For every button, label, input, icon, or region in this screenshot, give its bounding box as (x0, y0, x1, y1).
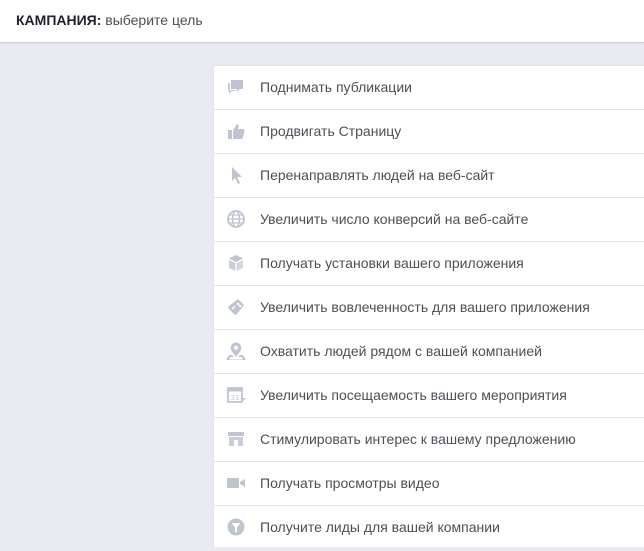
objective-promote-page[interactable]: Продвигать Страницу (214, 110, 644, 154)
objective-label: Увеличить посещаемость вашего мероприяти… (260, 387, 567, 403)
objective-label: Перенаправлять людей на веб-сайт (260, 167, 495, 183)
objective-boost-posts[interactable]: Поднимать публикации (214, 66, 644, 110)
objective-label: Охватить людей рядом с вашей компанией (260, 343, 542, 359)
objective-app-engagement[interactable]: Увеличить вовлеченность для вашего прило… (214, 286, 644, 330)
page-header: КАМПАНИЯ: выберите цель (0, 0, 644, 43)
objective-lead-generation[interactable]: Получите лиды для вашей компании (214, 506, 644, 550)
objective-label: Продвигать Страницу (260, 123, 402, 139)
funnel-icon (226, 517, 246, 537)
objective-website-conversions[interactable]: Увеличить число конверсий на веб-сайте (214, 198, 644, 242)
objective-label: Поднимать публикации (260, 79, 412, 95)
box-icon (226, 253, 246, 273)
objective-local-awareness[interactable]: Охватить людей рядом с вашей компанией (214, 330, 644, 374)
campaign-subtitle: выберите цель (105, 12, 203, 28)
objective-website-traffic[interactable]: Перенаправлять людей на веб-сайт (214, 154, 644, 198)
objective-video-views[interactable]: Получать просмотры видео (214, 462, 644, 506)
objective-app-installs[interactable]: Получать установки вашего приложения (214, 242, 644, 286)
objective-offer-claims[interactable]: Стимулировать интерес к вашему предложен… (214, 418, 644, 462)
globe-icon (226, 209, 246, 229)
objective-label: Стимулировать интерес к вашему предложен… (260, 431, 576, 447)
map-pin-icon (226, 341, 246, 361)
objective-label: Получать установки вашего приложения (260, 255, 524, 271)
campaign-label: КАМПАНИЯ: (16, 12, 102, 28)
calendar-icon: 31 (226, 385, 246, 405)
objective-list: Поднимать публикации Продвигать Страницу… (213, 65, 644, 547)
objective-label: Получите лиды для вашей компании (260, 519, 500, 535)
objective-label: Увеличить вовлеченность для вашего прило… (260, 299, 590, 315)
campaign-heading: КАМПАНИЯ: выберите цель (16, 12, 203, 28)
thumbs-up-icon (226, 121, 246, 141)
objective-label: Увеличить число конверсий на веб-сайте (260, 211, 529, 227)
chat-bubbles-icon (226, 77, 246, 97)
objective-label: Получать просмотры видео (260, 475, 440, 491)
objective-event-responses[interactable]: 31 Увеличить посещаемость вашего меропри… (214, 374, 644, 418)
gamepad-icon (226, 297, 246, 317)
storefront-icon (226, 429, 246, 449)
svg-text:31: 31 (231, 394, 240, 402)
cursor-icon (226, 165, 246, 185)
video-camera-icon (226, 473, 246, 493)
